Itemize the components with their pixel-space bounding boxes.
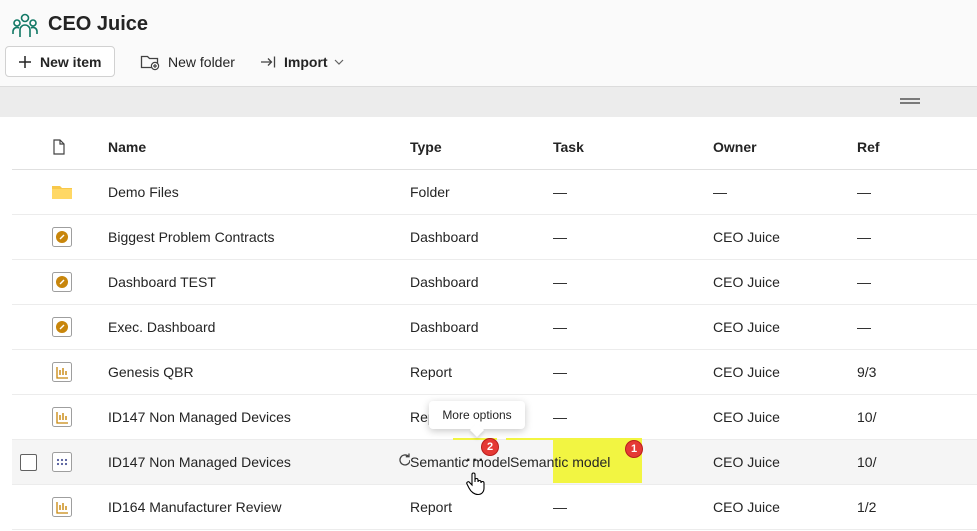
import-label: Import: [284, 53, 328, 70]
more-options-button[interactable]: ···: [466, 452, 485, 470]
more-options-tooltip: More options: [429, 401, 525, 429]
item-refreshed: 1/2: [857, 484, 977, 530]
table-row[interactable]: ID164 Manufacturer Review Report — CEO J…: [12, 484, 977, 530]
item-owner: —: [713, 169, 857, 215]
workspace-title: CEO Juice: [48, 13, 149, 35]
item-name[interactable]: Biggest Problem Contracts: [108, 214, 410, 260]
item-refreshed: 10/: [857, 439, 977, 485]
owner-header[interactable]: Owner: [713, 124, 857, 170]
chevron-down-icon: [334, 59, 344, 65]
item-owner: CEO Juice: [713, 394, 857, 440]
item-refreshed: —: [857, 304, 977, 350]
item-name[interactable]: ID147 Non Managed Devices: [108, 394, 410, 440]
new-folder-button[interactable]: New folder: [140, 46, 235, 77]
table-row[interactable]: Exec. Dashboard Dashboard — CEO Juice —: [12, 304, 977, 350]
semantic-model-type-label: Semantic model: [510, 454, 611, 470]
item-owner: CEO Juice: [713, 484, 857, 530]
item-task: —: [553, 349, 713, 395]
resize-handle-icon[interactable]: [900, 98, 920, 104]
item-owner: CEO Juice: [713, 259, 857, 305]
item-owner: CEO Juice: [713, 439, 857, 485]
row-checkbox[interactable]: [20, 453, 37, 471]
items-table: Name Type Task Owner Ref Demo Files Fold…: [12, 124, 977, 530]
new-folder-label: New folder: [168, 53, 235, 70]
item-name[interactable]: Exec. Dashboard: [108, 304, 410, 350]
item-name[interactable]: Demo Files: [108, 169, 410, 215]
name-header[interactable]: Name: [108, 124, 410, 170]
annotation-badge-1: 1: [626, 441, 642, 457]
item-refreshed: 10/: [857, 394, 977, 440]
item-refreshed: 9/3: [857, 349, 977, 395]
import-button[interactable]: Import: [260, 46, 344, 77]
folder-icon: [52, 186, 72, 199]
toolbar-divider: [0, 86, 977, 117]
item-task: —: [553, 169, 713, 215]
item-type: Dashboard: [410, 304, 553, 350]
table-row[interactable]: Dashboard TEST Dashboard — CEO Juice —: [12, 259, 977, 305]
workspace-people-icon: [12, 13, 38, 37]
plus-icon: [18, 55, 32, 69]
table-row[interactable]: Demo Files Folder — — —: [12, 169, 977, 215]
hand-cursor-icon: [466, 472, 485, 496]
item-owner: CEO Juice: [713, 304, 857, 350]
select-all-header: [12, 124, 52, 170]
task-header[interactable]: Task: [553, 124, 713, 170]
report-icon: [52, 362, 72, 382]
item-refreshed: —: [857, 259, 977, 305]
item-type: Dashboard: [410, 259, 553, 305]
item-task: —: [553, 214, 713, 260]
item-task: —: [553, 484, 713, 530]
table-header-row: Name Type Task Owner Ref: [12, 124, 977, 170]
type-header[interactable]: Type: [410, 124, 553, 170]
item-owner: CEO Juice: [713, 349, 857, 395]
dashboard-icon: [52, 227, 72, 247]
item-refreshed: —: [857, 214, 977, 260]
new-item-label: New item: [40, 53, 102, 70]
annotation-badge-2: 2: [482, 439, 498, 455]
dashboard-icon: [52, 272, 72, 292]
item-owner: CEO Juice: [713, 214, 857, 260]
table-row[interactable]: Biggest Problem Contracts Dashboard — CE…: [12, 214, 977, 260]
item-name[interactable]: ID147 Non Managed Devices: [108, 439, 410, 485]
item-task: —: [553, 259, 713, 305]
dashboard-icon: [52, 317, 72, 337]
item-task: —: [553, 394, 713, 440]
item-task: —: [553, 304, 713, 350]
new-folder-icon: [140, 53, 160, 71]
item-name[interactable]: ID164 Manufacturer Review: [108, 484, 410, 530]
item-name[interactable]: Dashboard TEST: [108, 259, 410, 305]
item-type: Dashboard: [410, 214, 553, 260]
file-icon: [53, 139, 65, 155]
workspace-header: CEO Juice New item New folder Import: [0, 0, 977, 86]
semantic-model-icon: [52, 452, 72, 472]
item-type: Folder: [410, 169, 553, 215]
item-type: Report: [410, 349, 553, 395]
report-icon: [52, 497, 72, 517]
report-icon: [52, 407, 72, 427]
new-item-button[interactable]: New item: [5, 46, 115, 77]
item-name[interactable]: Genesis QBR: [108, 349, 410, 395]
import-arrow-icon: [260, 55, 276, 69]
refreshed-header[interactable]: Ref: [857, 124, 977, 170]
item-refreshed: —: [857, 169, 977, 215]
type-icon-header: [52, 124, 108, 170]
table-row[interactable]: Genesis QBR Report — CEO Juice 9/3: [12, 349, 977, 395]
